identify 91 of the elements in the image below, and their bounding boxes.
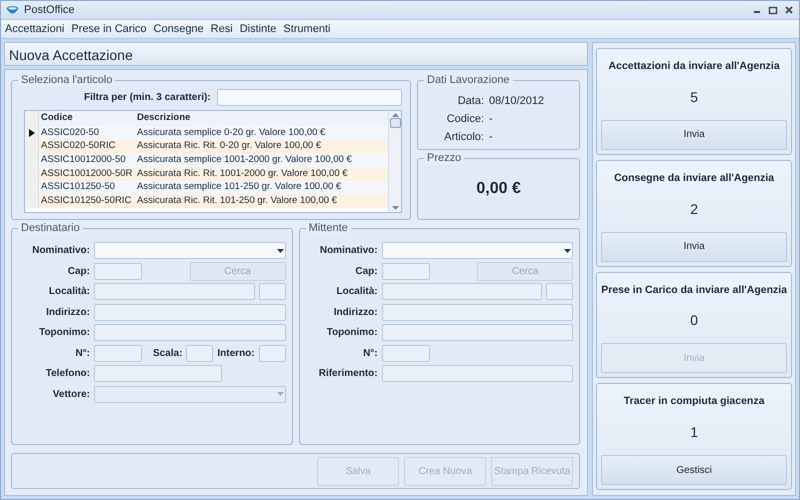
field-value: - [489, 131, 494, 144]
input-field[interactable] [382, 324, 574, 342]
column-header: Descrizione [136, 111, 192, 126]
scroll-down-icon[interactable] [392, 206, 398, 210]
field-label: Telefono: [44, 367, 90, 382]
input-field[interactable] [94, 324, 286, 342]
window-title: PostOffice [24, 2, 75, 18]
count-value: 2 [690, 200, 698, 218]
menu-item[interactable]: Consegne [154, 20, 204, 38]
close-icon[interactable] [784, 5, 794, 15]
field-label: Cap: [354, 264, 378, 279]
table-row[interactable]: ASSIC020-50RIC Assicurata Ric. Rit. 0-20 gr. Valore 100,00 € [25, 140, 388, 154]
menu-item[interactable]: Accettazioni [5, 20, 64, 38]
field-label: Nominativo: [318, 244, 378, 258]
menu-item[interactable]: Strumenti [283, 20, 330, 38]
field-label: Località: [336, 285, 378, 300]
column-header: Codice [40, 111, 74, 126]
table-cell-text: ASSIC020-50RIC [40, 139, 116, 154]
input-field[interactable] [94, 304, 286, 321]
count-value: 1 [690, 423, 698, 442]
table-cell-text: ASSIC101250-50RIC [40, 194, 132, 208]
table-cell-text: ASSIC10012000-50 [40, 153, 127, 168]
dropdown-arrow-icon [564, 248, 572, 253]
input-field[interactable] [94, 262, 142, 280]
field-label: Articolo: [443, 131, 484, 144]
field-label: Indirizzo: [45, 306, 90, 320]
field-label: Indirizzo: [332, 306, 378, 320]
table-cell-text: Assicurata Ric. Rit. 0-20 gr. Valore 100,00 € [136, 139, 322, 154]
field-label: Interno: [217, 346, 255, 361]
menu-item[interactable]: Distinte [240, 20, 276, 38]
table-cell-text: ASSIC101250-50 [40, 180, 116, 194]
table-row[interactable]: ASSIC10012000-50 Assicurata semplice 1001-2000 gr. Valore 100,00 € [25, 153, 388, 168]
input-field[interactable] [382, 344, 430, 362]
input-field[interactable] [94, 283, 255, 300]
filter-field[interactable] [216, 89, 402, 106]
dropdown-arrow-icon [276, 392, 284, 396]
field-label: Vettore: [52, 388, 90, 402]
app-icon [6, 4, 19, 16]
maximize-icon[interactable] [768, 5, 778, 15]
card-title: Tracer in compiuta giacenza [624, 394, 764, 410]
card-title: Consegne da inviare all'Agenzia [614, 170, 774, 186]
field-label: Toponimo: [326, 326, 378, 340]
card-title: Prese in Carico da inviare all'Agenzia [601, 282, 787, 298]
card-button[interactable]: Gestisci [601, 455, 787, 485]
table-cell-text: ASSIC020-50 [40, 126, 100, 140]
field-label: N°: [362, 346, 378, 361]
count-value: 5 [690, 88, 698, 107]
input-field[interactable] [94, 365, 222, 382]
input-field[interactable] [94, 344, 142, 362]
table-cell-text: Assicurata semplice 1001-2000 gr. Valore 100,00 € [136, 153, 353, 168]
table-row[interactable]: ASSIC020-50 Assicurata semplice 0-20 gr. Valore 100,00 € [25, 126, 388, 140]
page-title: Nuova Accettazione [4, 42, 588, 66]
table-row[interactable]: ASSIC101250-50 Assicurata semplice 101-250 gr. Valore 100,00 € [25, 180, 388, 194]
price-value: 0,00 € [476, 179, 521, 199]
field-value: - [489, 113, 494, 126]
input-field[interactable] [382, 304, 574, 321]
menu-item[interactable]: Resi [210, 20, 233, 38]
table-cell-text: Assicurata Ric. Rit. 1001-2000 gr. Valore 100,00 € [136, 166, 349, 181]
input-field[interactable] [382, 262, 430, 280]
card-button[interactable]: Invia [601, 232, 787, 262]
scrollbar-thumb[interactable] [390, 118, 400, 128]
input-field[interactable] [258, 283, 286, 300]
input-field[interactable] [382, 365, 574, 382]
filter-label: Filtra per (min. 3 caratteri): [84, 91, 211, 105]
field-label: Scala: [152, 346, 182, 361]
table-cell-text: Assicurata semplice 101-250 gr. Valore 100,00 € [136, 180, 342, 194]
field-label: Nominativo: [31, 244, 90, 258]
field-label: Data: [456, 95, 484, 108]
field-value: 08/10/2012 [489, 95, 544, 108]
table-row[interactable]: ASSIC101250-50RIC Assicurata Ric. Rit. 101-250 gr. Valore 100,00 € [25, 194, 388, 208]
field-label: Codice: [446, 113, 484, 126]
input-field[interactable] [186, 344, 214, 362]
input-field[interactable] [546, 283, 574, 300]
input-field[interactable] [258, 344, 286, 362]
dropdown-field[interactable] [382, 242, 574, 260]
table-cell-text: Assicurata Ric. Rit. 101-250 gr. Valore 100,00 € [136, 194, 338, 208]
field-label: Cap: [66, 264, 90, 279]
menu-item[interactable]: Prese in Carico [71, 20, 147, 38]
card-title: Accettazioni da inviare all'Agenzia [608, 59, 780, 74]
field-label: Località: [48, 285, 90, 300]
dropdown-arrow-icon [276, 248, 284, 253]
field-label: Riferimento: [318, 367, 378, 382]
count-value: 0 [690, 311, 698, 330]
card-button[interactable]: Invia [601, 120, 787, 150]
input-field[interactable] [382, 283, 542, 300]
table-row[interactable]: ASSIC10012000-50R Assicurata Ric. Rit. 1001-2000 gr. Valore 100,00 € [25, 167, 388, 181]
field-label: N°: [74, 346, 90, 361]
table-cell-text: ASSIC10012000-50R [40, 166, 134, 181]
table-cell-text: Assicurata semplice 0-20 gr. Valore 100,00 € [136, 126, 326, 140]
dropdown-field[interactable] [94, 242, 286, 260]
field-label: Toponimo: [38, 326, 90, 340]
